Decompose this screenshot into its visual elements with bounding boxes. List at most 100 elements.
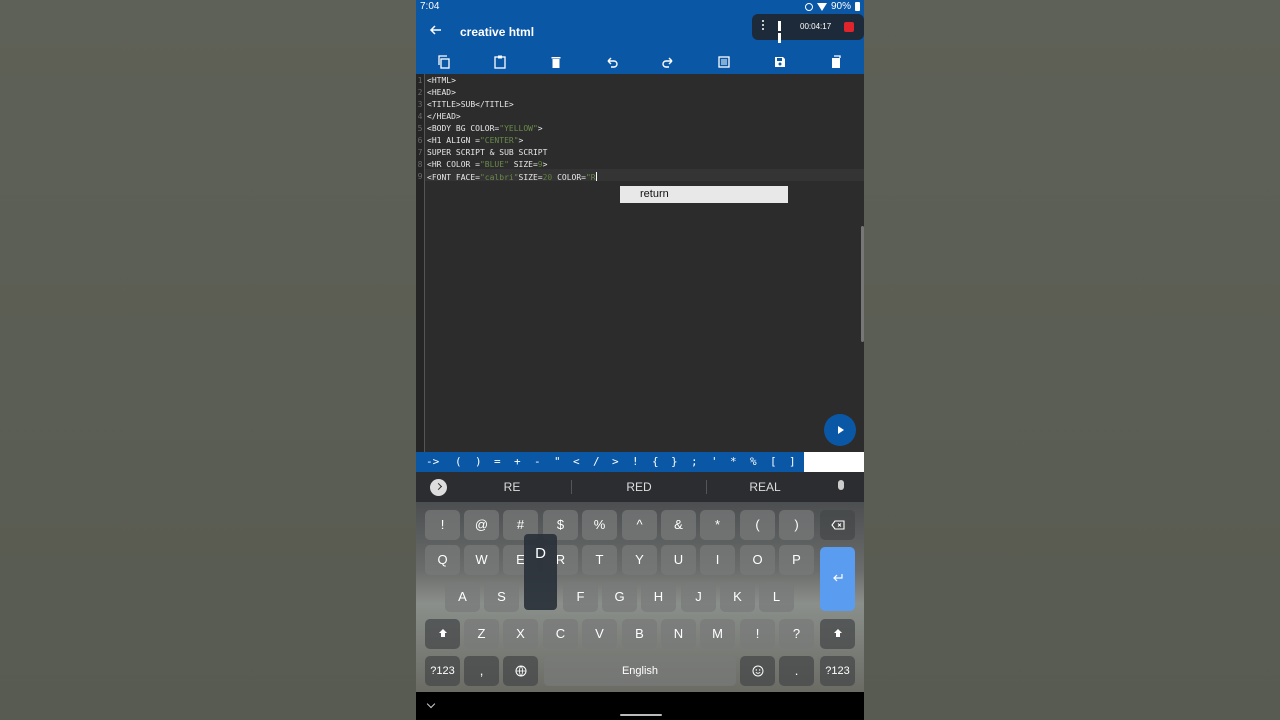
key[interactable]: O — [740, 545, 775, 575]
key[interactable]: & — [661, 510, 696, 540]
screen-recorder-widget[interactable]: 00:04:17 — [752, 14, 864, 43]
key[interactable]: K — [720, 582, 755, 612]
key[interactable]: Y — [622, 545, 657, 575]
symbol-key[interactable]: ) — [475, 455, 482, 468]
delete-icon[interactable] — [548, 54, 564, 70]
emoji-icon — [752, 665, 763, 677]
line-number: 8 — [417, 160, 423, 169]
key[interactable]: W — [464, 545, 499, 575]
back-arrow-icon[interactable] — [428, 22, 444, 38]
key[interactable]: X — [503, 619, 538, 649]
key[interactable]: ( — [740, 510, 775, 540]
symbol-key[interactable]: [ — [770, 455, 777, 468]
key[interactable]: T — [582, 545, 617, 575]
comma-key[interactable]: , — [464, 656, 499, 686]
symbol-key[interactable]: ! — [632, 455, 639, 468]
undo-icon[interactable] — [604, 54, 620, 70]
symbols-mode-key[interactable]: ?123 — [425, 656, 460, 686]
key[interactable]: Z — [464, 619, 499, 649]
system-nav-bar — [416, 692, 864, 720]
key[interactable]: A — [445, 582, 480, 612]
app-bar: creative html 00:04:17 — [416, 14, 864, 50]
scroll-handle[interactable] — [861, 226, 864, 342]
string-literal: "BLUE" — [479, 160, 509, 169]
shift-key-left[interactable] — [425, 619, 460, 649]
stop-recording-icon[interactable] — [844, 22, 854, 32]
select-all-icon[interactable] — [716, 54, 732, 70]
symbol-key[interactable]: " — [554, 455, 561, 468]
key[interactable]: M — [700, 619, 735, 649]
key[interactable]: % — [582, 510, 617, 540]
symbol-key[interactable]: } — [671, 455, 678, 468]
line-number: 1 — [417, 76, 423, 85]
symbol-key[interactable]: < — [573, 455, 580, 468]
autocomplete-suggestion[interactable]: return — [640, 188, 669, 200]
symbol-key[interactable]: % — [750, 455, 757, 468]
enter-key[interactable] — [820, 547, 855, 611]
period-key[interactable]: . — [779, 656, 814, 686]
key[interactable]: ! — [740, 619, 775, 649]
backspace-key[interactable] — [820, 510, 855, 540]
suggestion-word[interactable]: RED — [579, 480, 699, 494]
key[interactable]: U — [661, 545, 696, 575]
key[interactable]: * — [700, 510, 735, 540]
key[interactable]: ? — [779, 619, 814, 649]
key[interactable]: B — [622, 619, 657, 649]
symbol-key[interactable]: + — [514, 455, 521, 468]
code-line: </HEAD> — [427, 112, 461, 121]
hide-keyboard-icon[interactable] — [426, 699, 436, 709]
key[interactable]: J — [681, 582, 716, 612]
symbols-mode-key-right[interactable]: ?123 — [820, 656, 855, 686]
more-options-icon[interactable] — [762, 20, 764, 32]
symbol-key[interactable]: ] — [789, 455, 796, 468]
symbol-key[interactable]: / — [593, 455, 600, 468]
microphone-icon[interactable] — [838, 480, 844, 490]
save-icon[interactable] — [772, 54, 788, 70]
symbol-key[interactable]: - — [534, 455, 541, 468]
suggestion-word[interactable]: REAL — [705, 480, 825, 494]
key[interactable]: ) — [779, 510, 814, 540]
code-editor[interactable]: 1 2 3 4 5 6 7 8 9 <HTML> <HEAD> <TITLE>S… — [416, 74, 864, 452]
clipboard-icon[interactable] — [828, 54, 844, 70]
symbol-key[interactable]: ' — [711, 455, 718, 468]
key[interactable]: @ — [464, 510, 499, 540]
run-button[interactable] — [824, 414, 856, 446]
redo-icon[interactable] — [660, 54, 676, 70]
key[interactable]: F — [563, 582, 598, 612]
key[interactable]: I — [700, 545, 735, 575]
code-line: <HEAD> — [427, 88, 456, 97]
key[interactable]: Q — [425, 545, 460, 575]
key[interactable]: G — [602, 582, 637, 612]
symbol-key[interactable]: ( — [455, 455, 462, 468]
key[interactable]: L — [759, 582, 794, 612]
line-number: 7 — [417, 148, 423, 157]
key[interactable]: ^ — [622, 510, 657, 540]
key[interactable]: C — [543, 619, 578, 649]
key[interactable]: ! — [425, 510, 460, 540]
pause-icon[interactable] — [778, 21, 786, 43]
line-number: 4 — [417, 112, 423, 121]
autocomplete-popup[interactable]: return — [620, 186, 788, 203]
home-gesture-handle[interactable] — [620, 714, 662, 716]
space-bar[interactable]: English — [544, 656, 736, 686]
key[interactable]: S — [484, 582, 519, 612]
paste-icon[interactable] — [492, 54, 508, 70]
key[interactable]: N — [661, 619, 696, 649]
symbol-key[interactable]: { — [652, 455, 659, 468]
symbol-key[interactable]: ; — [691, 455, 698, 468]
emoji-key[interactable] — [740, 656, 775, 686]
symbol-key[interactable]: > — [612, 455, 619, 468]
suggestion-word[interactable]: RE — [452, 480, 572, 494]
symbol-key[interactable]: -> — [426, 455, 439, 468]
copy-icon[interactable] — [436, 54, 452, 70]
language-key[interactable] — [503, 656, 538, 686]
key[interactable]: V — [582, 619, 617, 649]
code-text: <FONT FACE= — [427, 173, 480, 182]
key[interactable]: H — [641, 582, 676, 612]
key[interactable]: P — [779, 545, 814, 575]
symbol-key[interactable]: = — [494, 455, 501, 468]
shift-icon — [438, 629, 447, 637]
shift-key-right[interactable] — [820, 619, 855, 649]
expand-toolbar-icon[interactable] — [430, 479, 447, 496]
symbol-key[interactable]: * — [730, 455, 737, 468]
